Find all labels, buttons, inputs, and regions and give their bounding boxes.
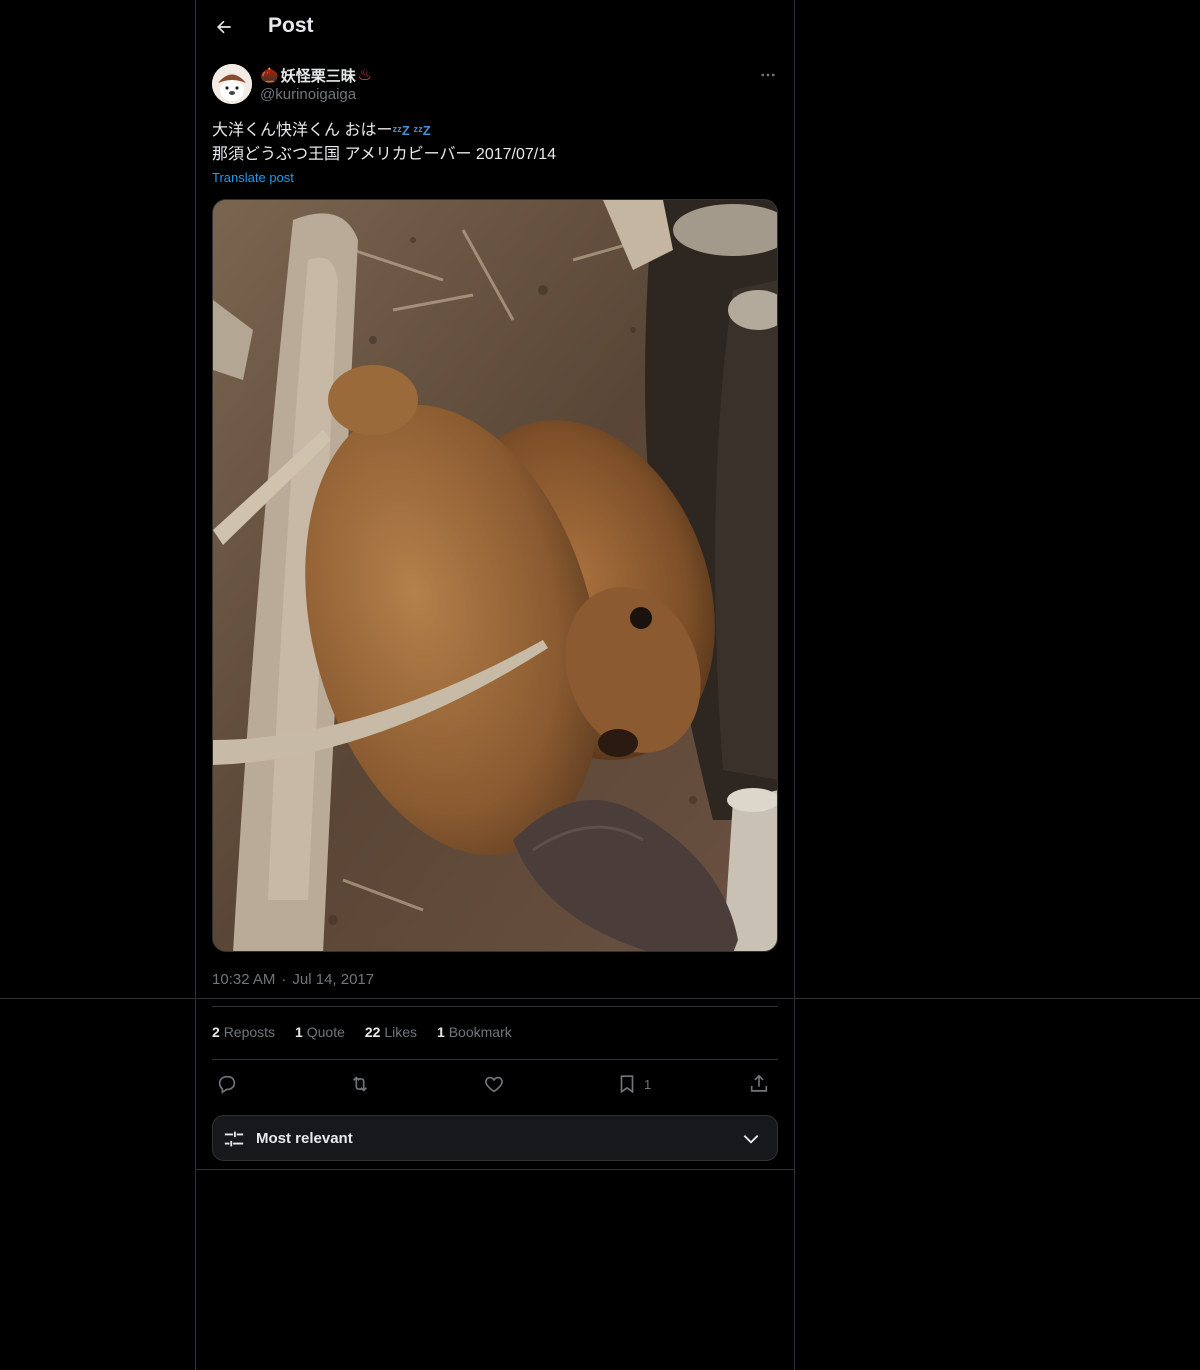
timestamp-separator: · xyxy=(281,971,287,988)
more-button[interactable] xyxy=(756,64,780,86)
post-text-line2: 那須どうぶつ王国 アメリカビーバー 2017/07/14 xyxy=(212,146,557,163)
post-text: 大洋くん快洋くん おはーᶻᶻZ ᶻᶻZ 那須どうぶつ王国 アメリカビーバー 20… xyxy=(212,119,778,167)
share-icon xyxy=(750,1074,768,1092)
like-icon xyxy=(485,1076,503,1093)
avatar[interactable] xyxy=(212,64,252,104)
repost-icon xyxy=(352,1076,368,1092)
divider xyxy=(212,1059,778,1060)
bookmarks-stat[interactable]: 1 Bookmark xyxy=(437,1024,512,1040)
bookmark-icon xyxy=(620,1075,634,1094)
chestnut-emoji: 🌰 xyxy=(260,67,279,84)
hot-springs-emoji: ♨ xyxy=(357,67,373,84)
beaver-photo xyxy=(213,200,777,951)
sort-replies-dropdown[interactable]: Most relevant xyxy=(212,1115,778,1161)
share-button[interactable] xyxy=(748,1068,770,1100)
reply-icon xyxy=(218,1075,236,1094)
post-date: Jul 14, 2017 xyxy=(292,971,375,988)
main-column: Post 🌰 妖怪栗三昧 ♨ @kurinoigaiga 大洋くん快洋くん おは… xyxy=(195,0,795,1370)
translate-post-link[interactable]: Translate post xyxy=(212,170,294,185)
reposts-stat[interactable]: 2 Reposts xyxy=(212,1024,275,1040)
post-text-line1: 大洋くん快洋くん おはー xyxy=(212,122,393,139)
page-title: Post xyxy=(268,14,314,37)
post-time: 10:32 AM xyxy=(212,971,276,988)
back-button[interactable] xyxy=(208,11,240,43)
zzz-emoji: ᶻᶻZ ᶻᶻZ xyxy=(392,123,431,138)
likes-stat[interactable]: 22 Likes xyxy=(365,1024,417,1040)
post-actions: 1 xyxy=(212,1068,778,1100)
likes-label: Likes xyxy=(384,1024,418,1040)
back-arrow-icon xyxy=(217,20,231,34)
post-photo[interactable] xyxy=(212,199,778,952)
quotes-label: Quote xyxy=(306,1024,345,1040)
section-divider xyxy=(195,1169,795,1170)
sliders-icon xyxy=(224,1131,244,1147)
author-name-link[interactable]: 🌰 妖怪栗三昧 ♨ xyxy=(260,64,372,86)
post-stats: 2 Reposts 1 Quote 22 Likes 1 Bookmark xyxy=(212,1024,512,1040)
reposts-count: 2 xyxy=(212,1024,220,1040)
chevron-down-icon xyxy=(743,1135,759,1144)
reply-button[interactable] xyxy=(216,1068,238,1100)
bookmarks-count: 1 xyxy=(437,1024,445,1040)
sort-label: Most relevant xyxy=(256,1130,353,1147)
more-icon xyxy=(761,73,775,77)
bookmark-button[interactable]: 1 xyxy=(616,1068,651,1100)
bookmarks-label: Bookmark xyxy=(448,1024,512,1040)
reposts-label: Reposts xyxy=(223,1024,276,1040)
quotes-count: 1 xyxy=(295,1024,303,1040)
display-name: 妖怪栗三昧 xyxy=(280,67,356,85)
divider xyxy=(212,1006,778,1007)
quotes-stat[interactable]: 1 Quote xyxy=(295,1024,345,1040)
like-button[interactable] xyxy=(483,1068,505,1100)
avatar-image xyxy=(212,64,252,104)
author-handle[interactable]: @kurinoigaiga xyxy=(260,86,356,103)
page-header: Post xyxy=(196,0,794,54)
likes-count: 22 xyxy=(364,1024,381,1040)
repost-button[interactable] xyxy=(349,1068,371,1100)
horizontal-divider xyxy=(0,998,1200,999)
bookmark-count: 1 xyxy=(644,1076,652,1092)
post-timestamp[interactable]: 10:32 AM · Jul 14, 2017 xyxy=(212,971,374,988)
